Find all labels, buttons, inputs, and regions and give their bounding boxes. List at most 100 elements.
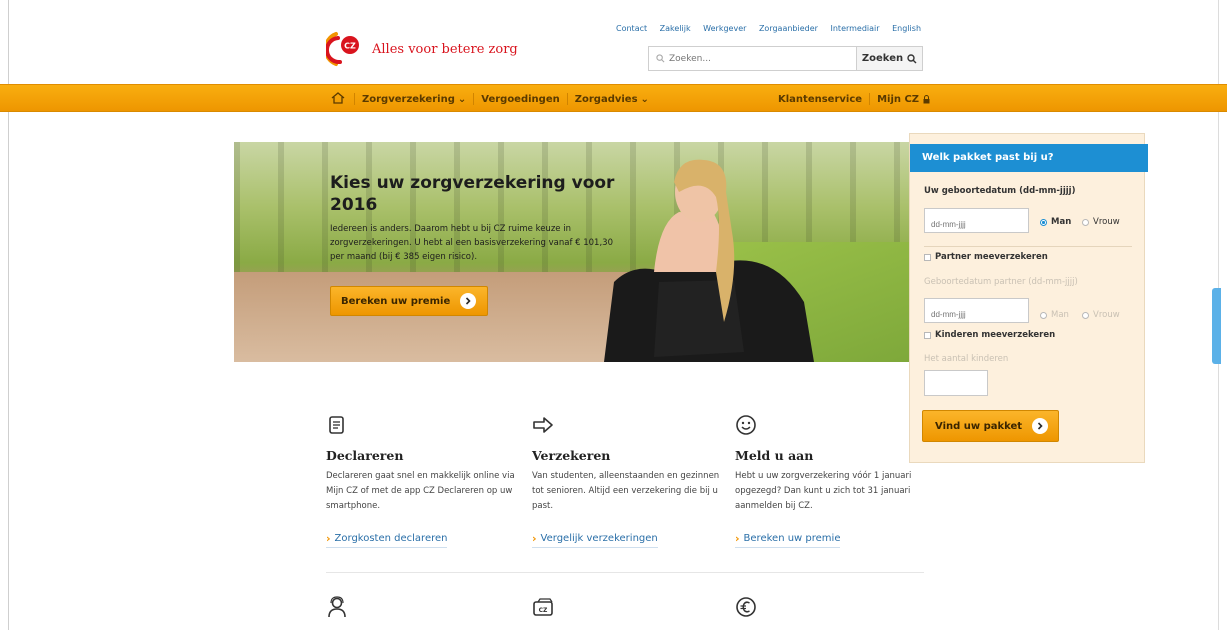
chevron-right-icon: › — [735, 532, 740, 545]
chevron-right-icon — [1032, 418, 1049, 434]
hero-body: Iedereen is anders. Daarom hebt u bij CZ… — [330, 224, 613, 262]
nav-item-label: Vergoedingen — [481, 93, 560, 105]
feature-meld-u-aan: Meld u aan Hebt u uw zorgverzekering vóó… — [735, 414, 935, 548]
euro-icon — [736, 597, 756, 617]
logo-tagline: Alles voor betere zorg — [372, 41, 518, 57]
feature-text: Declareren gaat snel en makkelijk online… — [326, 471, 515, 511]
calculate-premium-button[interactable]: Bereken uw premie — [330, 286, 488, 316]
top-link-zakelijk[interactable]: Zakelijk — [660, 24, 691, 33]
hero-button-label: Bereken uw premie — [341, 295, 451, 307]
link-bereken-uw-premie[interactable]: › Bereken uw premie — [735, 532, 841, 548]
cz-logo-mark-icon: CZ — [323, 30, 364, 68]
feedback-side-tab[interactable] — [1212, 288, 1221, 364]
nav-item-vergoedingen[interactable]: Vergoedingen — [481, 94, 559, 105]
hero-title: Kies uw zorgverzekering voor 2016 — [330, 173, 615, 215]
radio-unselected — [1082, 218, 1089, 226]
checkbox-box — [924, 331, 931, 339]
feature-text: Hebt u uw zorgverzekering vóór 1 januari… — [735, 471, 912, 511]
search-button-icon — [907, 53, 917, 63]
checkbox-label: Partner meeverzekeren — [935, 252, 1048, 262]
search-box: Zoeken — [648, 46, 923, 71]
nav-item-zorgadvies[interactable]: Zorgadvies ⌄ — [575, 94, 649, 105]
home-icon[interactable] — [331, 91, 345, 107]
feature-title: Verzekeren — [532, 448, 611, 463]
nav-divider — [354, 93, 355, 105]
radio-label: Vrouw — [1093, 217, 1120, 227]
gender-radio-vrouw[interactable]: Vrouw — [1082, 217, 1120, 227]
children-count-input[interactable] — [924, 370, 988, 396]
hero-banner: Kies uw zorgverzekering voor 2016 Iedere… — [234, 142, 914, 362]
package-finder-widget: Welk pakket past bij u? Uw geboortedatum… — [909, 133, 1148, 463]
top-link-werkgever[interactable]: Werkgever — [703, 24, 746, 33]
link-label: Bereken uw premie — [743, 533, 841, 544]
feature-title: Meld u aan — [735, 448, 814, 463]
hero-text: Kies uw zorgverzekering voor 2016 Iedere… — [330, 172, 620, 264]
search-icon — [656, 54, 665, 63]
radio-label: Man — [1051, 217, 1072, 227]
radio-label: Man — [1051, 310, 1069, 320]
feature-text: Van studenten, alleenstaanden en gezinne… — [532, 471, 720, 511]
nav-divider — [473, 93, 475, 105]
children-checkbox[interactable]: Kinderen meeverzekeren — [924, 330, 1055, 340]
gender-radio-man[interactable]: Man — [1040, 217, 1071, 227]
partner-gender-radio-vrouw[interactable]: Vrouw — [1082, 310, 1120, 320]
logo-badge-text: CZ — [344, 42, 356, 51]
checkbox-box — [924, 253, 931, 261]
widget-title: Welk pakket past bij u? — [910, 144, 1148, 172]
partner-birthdate-label: Geboortedatum partner (dd-mm-jjjj) — [924, 277, 1078, 287]
top-link-english[interactable]: English — [892, 24, 921, 33]
arrow-right-icon — [533, 417, 553, 433]
top-link-intermediair[interactable]: Intermediair — [831, 24, 880, 33]
main-nav: Zorgverzekering ⌄ Vergoedingen Zorgadvie… — [0, 84, 1227, 112]
cz-card-icon: CZ — [533, 598, 553, 616]
cz-logo[interactable]: CZ Alles voor betere zorg — [323, 30, 518, 68]
chevron-right-icon — [460, 293, 477, 309]
birthdate-input[interactable] — [924, 208, 1029, 233]
partner-gender-radio-man[interactable]: Man — [1040, 310, 1069, 320]
search-button-label: Zoeken — [861, 53, 904, 64]
chevron-down-icon: ⌄ — [457, 93, 467, 105]
declaration-form-icon — [329, 416, 344, 434]
nav-item-label: Zorgadvies — [574, 93, 638, 105]
nav-item-klantenservice[interactable]: Klantenservice — [778, 94, 862, 105]
partner-checkbox[interactable]: Partner meeverzekeren — [924, 252, 1048, 262]
find-package-button[interactable]: Vind uw pakket — [922, 410, 1059, 442]
checkbox-label: Kinderen meeverzekeren — [935, 330, 1056, 340]
link-vergelijk-verzekeringen[interactable]: › Vergelijk verzekeringen — [532, 532, 658, 548]
partner-birthdate-input[interactable] — [924, 298, 1029, 323]
divider — [924, 246, 1132, 247]
nav-item-label: Zorgverzekering — [362, 93, 455, 105]
hero-photo-woman — [604, 159, 814, 362]
nav-divider — [869, 93, 871, 105]
person-support-icon — [328, 596, 346, 618]
top-links: Contact Zakelijk Werkgever Zorgaanbieder… — [616, 24, 930, 36]
radio-unselected — [1082, 311, 1089, 319]
link-label: Vergelijk verzekeringen — [540, 533, 658, 544]
radio-label: Vrouw — [1093, 310, 1120, 320]
radio-unselected — [1040, 311, 1047, 319]
birthdate-label: Uw geboortedatum (dd-mm-jjjj) — [924, 186, 1076, 196]
chevron-down-icon: ⌄ — [640, 93, 649, 105]
chevron-right-icon: › — [532, 532, 537, 545]
top-link-contact[interactable]: Contact — [616, 24, 647, 33]
lock-icon — [923, 94, 930, 103]
link-label: Zorgkosten declareren — [334, 533, 448, 544]
search-input[interactable] — [649, 47, 856, 70]
link-zorgkosten-declareren[interactable]: › Zorgkosten declareren — [326, 532, 448, 548]
nav-divider — [566, 93, 568, 105]
nav-item-label: Mijn CZ — [877, 93, 920, 105]
radio-selected — [1040, 218, 1047, 226]
nav-item-zorgverzekering[interactable]: Zorgverzekering ⌄ — [362, 94, 466, 105]
smiley-icon — [736, 415, 756, 435]
chevron-right-icon: › — [326, 532, 331, 545]
nav-item-label: Klantenservice — [778, 93, 863, 105]
feature-title: Declareren — [326, 448, 404, 463]
nav-item-mijn-cz[interactable]: Mijn CZ — [877, 94, 930, 105]
feature-verzekeren: Verzekeren Van studenten, alleenstaanden… — [532, 414, 732, 548]
card-badge-text: CZ — [539, 607, 548, 614]
feature-declareren: Declareren Declareren gaat snel en makke… — [326, 414, 526, 548]
children-count-label: Het aantal kinderen — [924, 354, 1009, 364]
search-button[interactable]: Zoeken — [856, 47, 922, 70]
find-package-label: Vind uw pakket — [935, 420, 1023, 432]
top-link-zorgaanbieder[interactable]: Zorgaanbieder — [759, 24, 818, 33]
